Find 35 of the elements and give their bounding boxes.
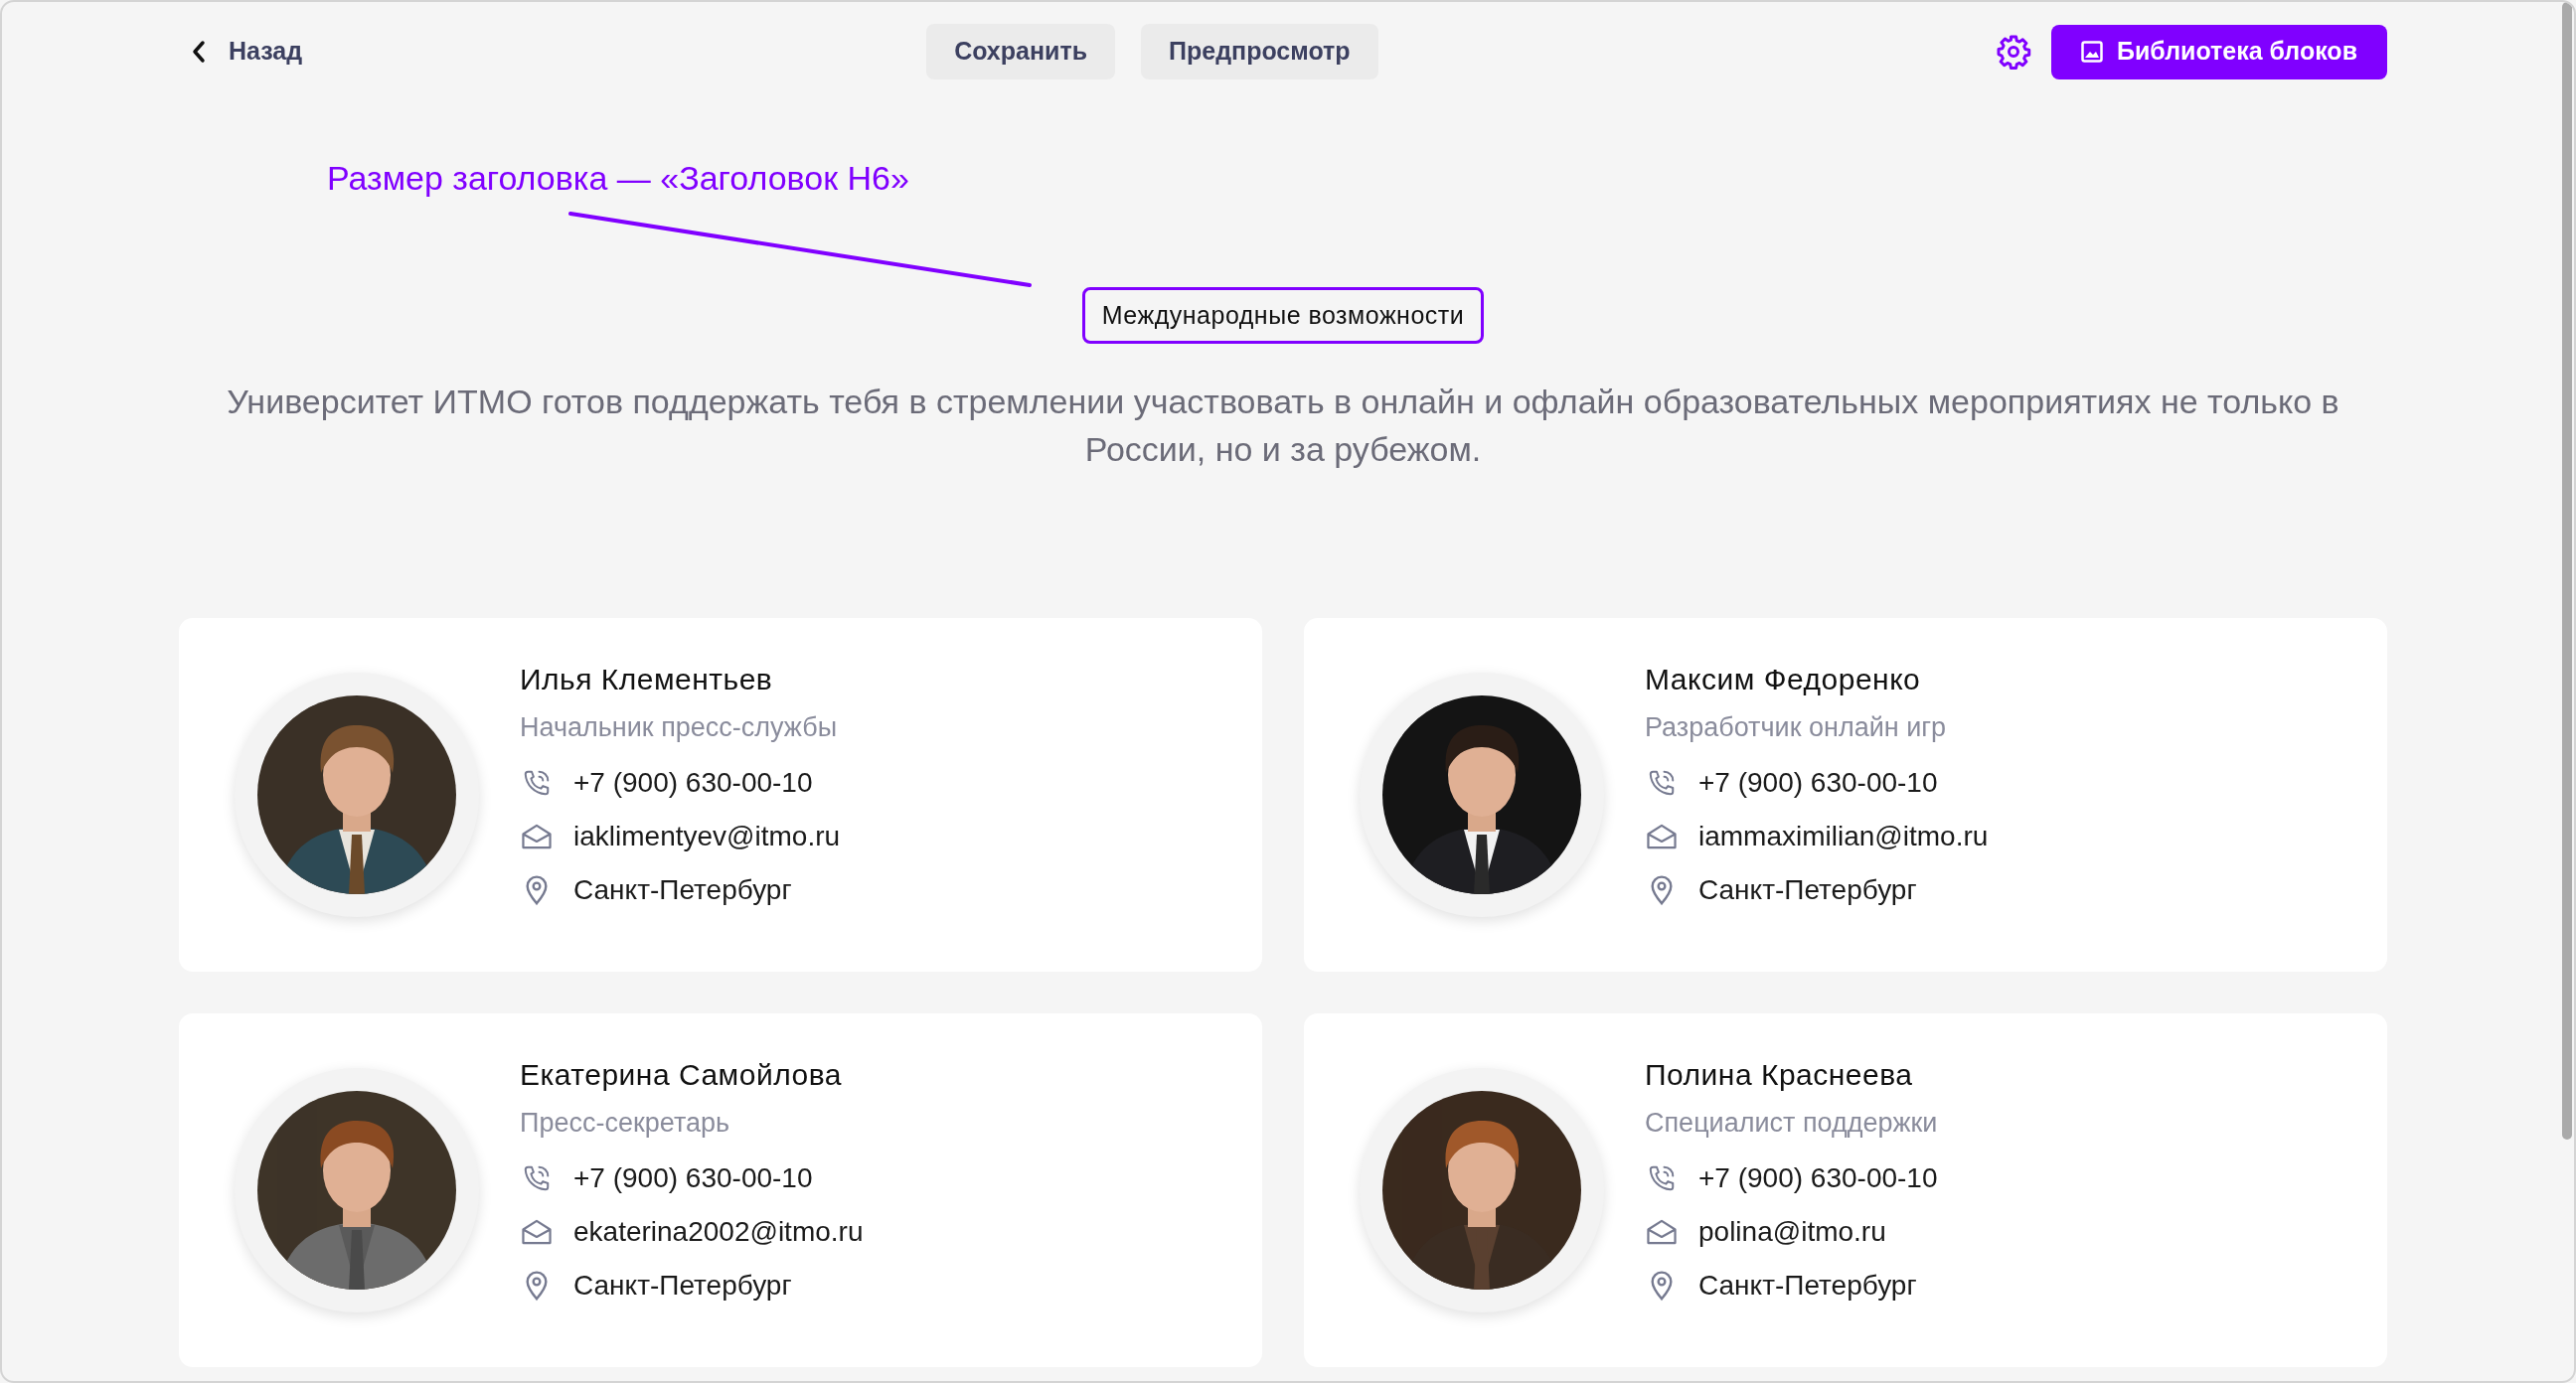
contact-name: Екатерина Самойлова: [520, 1057, 843, 1094]
contact-role: Специалист поддержки: [1645, 1107, 1938, 1141]
contact-phone[interactable]: +7 (900) 630-00-10: [1698, 761, 1938, 804]
contact-role: Начальник пресс-службы: [520, 711, 839, 745]
scrollbar-thumb[interactable]: [2562, 2, 2572, 1140]
block-library-button[interactable]: Библиотека блоков: [2050, 24, 2387, 79]
section-heading[interactable]: Международные возможности: [1081, 287, 1485, 344]
contact-phone[interactable]: +7 (900) 630-00-10: [1698, 1156, 1938, 1199]
contact-city: Санкт-Петербург: [573, 872, 792, 907]
location-pin-icon: [525, 873, 549, 906]
toolbar-button[interactable]: Предпросмотр: [1141, 24, 1378, 79]
contact-role: Пресс-секретарь: [520, 1107, 731, 1141]
toolbar-button[interactable]: Сохранить: [926, 24, 1115, 79]
contact-name: Максим Федоренко: [1645, 662, 1922, 698]
chevron-left-icon: [191, 40, 207, 64]
settings-icon[interactable]: [1995, 34, 2031, 70]
location-pin-icon: [1650, 1269, 1674, 1302]
contact-phone[interactable]: +7 (900) 630-00-10: [573, 1156, 813, 1199]
contact-name: Полина Краснеева: [1645, 1057, 1914, 1094]
location-pin-icon: [525, 1269, 549, 1302]
back-link[interactable]: Назад: [191, 33, 303, 71]
location-pin-icon: [1650, 873, 1674, 906]
contact-email[interactable]: polina@itmo.ru: [1698, 1210, 1886, 1253]
contact-phone[interactable]: +7 (900) 630-00-10: [573, 761, 813, 804]
annotation-text: Размер заголовка — «Заголовок H6»: [327, 159, 909, 197]
contact-city: Санкт-Петербург: [1698, 1268, 1917, 1303]
contact-city: Санкт-Петербург: [1698, 872, 1917, 907]
contact-email[interactable]: iaklimentyev@itmo.ru: [573, 815, 841, 857]
image-icon: [2080, 41, 2103, 63]
contact-city: Санкт-Петербург: [573, 1268, 792, 1303]
contact-role: Разработчик онлайн игр: [1645, 711, 1948, 745]
contact-name: Илья Клементьев: [520, 662, 774, 698]
contact-email[interactable]: iammaximilian@itmo.ru: [1698, 815, 1989, 857]
contact-email[interactable]: ekaterina2002@itmo.ru: [573, 1210, 864, 1253]
description-text: Университет ИТМО готов поддержать тебя в стремлении участвовать в онлайн и офлайн образовательных мероприятиях не только в России, но и за рубежом.: [226, 382, 2340, 470]
